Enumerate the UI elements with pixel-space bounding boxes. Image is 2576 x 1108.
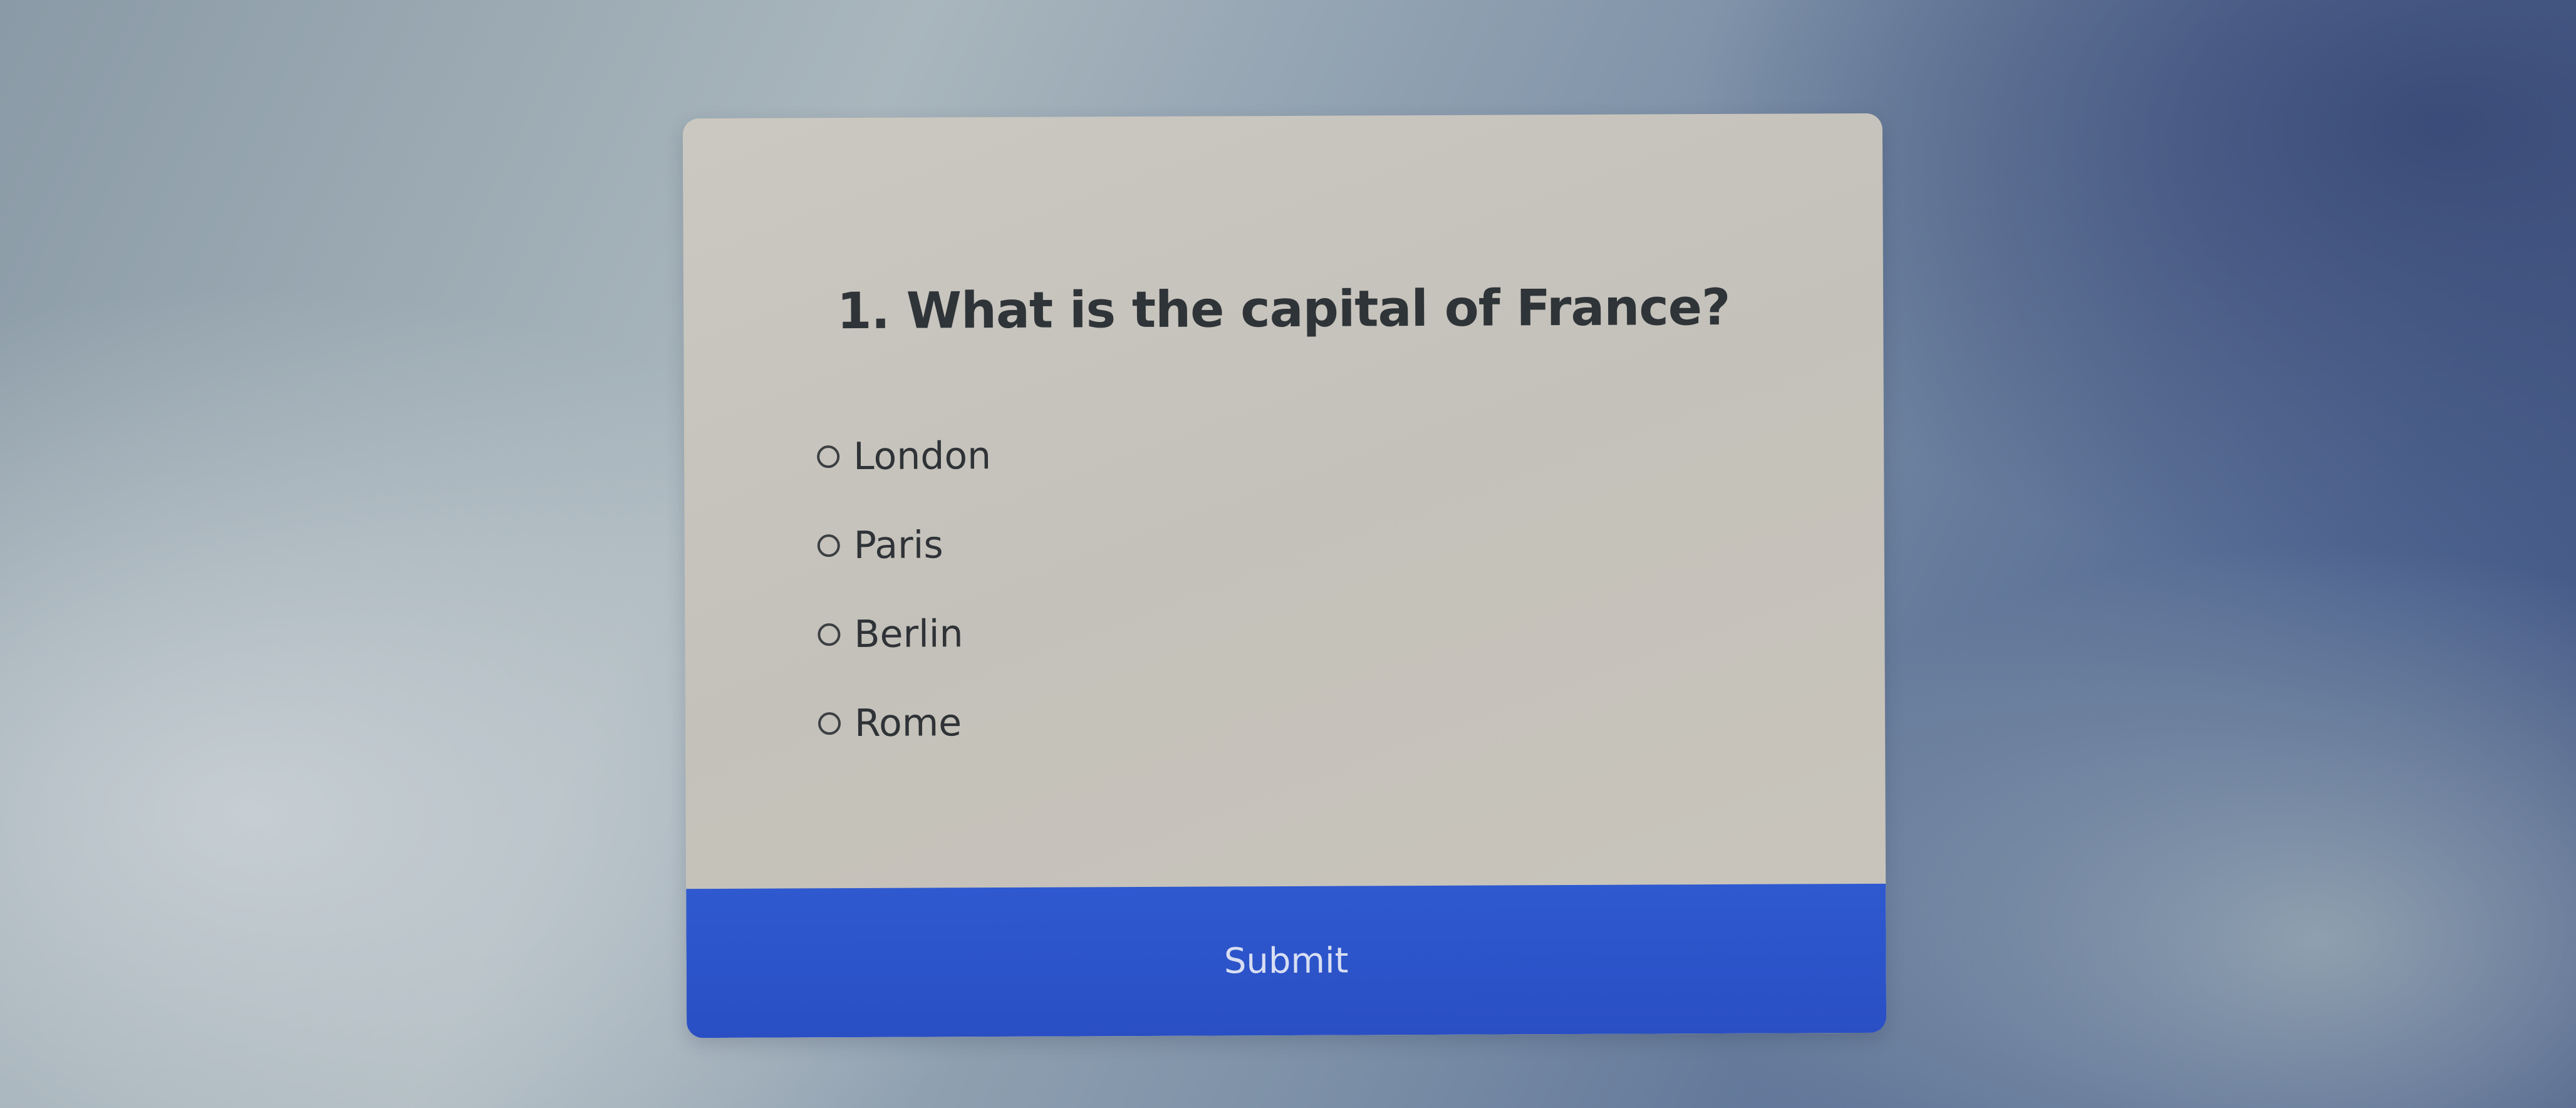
option-label-london: London [853, 434, 992, 479]
quiz-card: 1. What is the capital of France? London… [682, 113, 1887, 1038]
radio-button-paris[interactable] [817, 534, 840, 557]
radio-button-rome[interactable] [818, 712, 841, 735]
option-label-rome: Rome [854, 701, 962, 745]
option-label-paris: Paris [853, 523, 943, 567]
option-rome[interactable]: Rome [818, 678, 993, 768]
radio-button-berlin[interactable] [818, 623, 841, 646]
option-berlin[interactable]: Berlin [818, 589, 992, 679]
submit-button[interactable]: Submit [686, 883, 1887, 1038]
submit-label: Submit [1223, 940, 1349, 981]
question-title: 1. What is the capital of France? [836, 277, 1730, 341]
option-label-berlin: Berlin [854, 612, 963, 656]
option-paris[interactable]: Paris [817, 500, 992, 590]
radio-button-london[interactable] [817, 445, 840, 469]
option-london[interactable]: London [817, 412, 992, 501]
answer-options: London Paris Berlin Rome [817, 412, 992, 768]
